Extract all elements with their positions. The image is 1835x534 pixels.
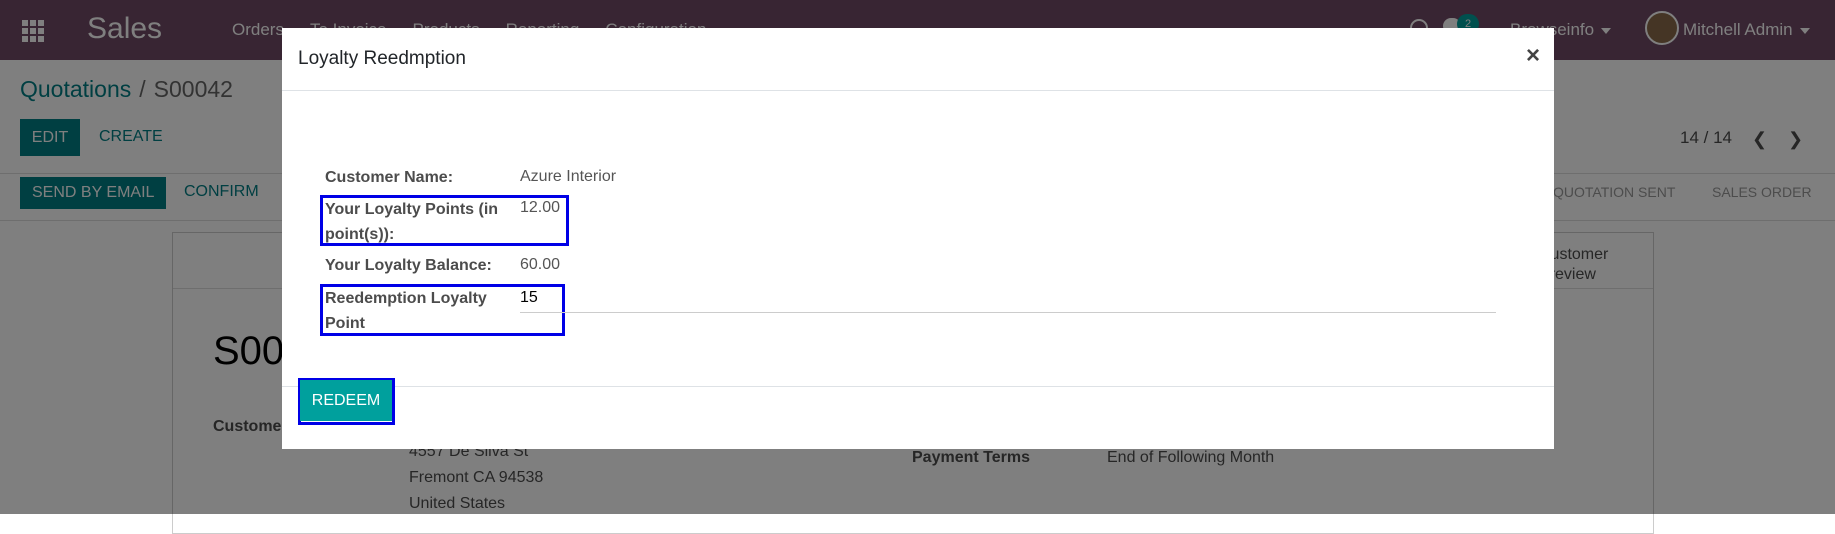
redeem-point-label: Reedemption Loyalty Point — [325, 286, 487, 336]
loyalty-points-label-line1: Your Loyalty Points (in — [325, 201, 499, 218]
close-icon[interactable]: × — [1526, 42, 1540, 70]
customer-name-label: Customer Name: — [325, 169, 454, 186]
loyalty-balance-label: Your Loyalty Balance: — [325, 257, 492, 274]
modal-body: Customer Name: Azure Interior Your Loyal… — [282, 91, 1554, 387]
redeem-point-label-line2: Point — [325, 315, 365, 332]
redeem-point-input[interactable] — [520, 284, 1496, 313]
customer-name-value: Azure Interior — [520, 168, 617, 185]
redeem-button[interactable]: REDEEM — [300, 380, 392, 421]
loyalty-points-label-line2: point(s)): — [325, 226, 395, 243]
modal-title: Loyalty Reedmption — [298, 48, 466, 69]
loyalty-points-label: Your Loyalty Points (in point(s)): — [325, 197, 498, 247]
redeem-point-label-line1: Reedemption Loyalty — [325, 290, 487, 307]
loyalty-balance-value: 60.00 — [520, 256, 561, 273]
loyalty-redemption-dialog: Loyalty Reedmption × Customer Name: Azur… — [282, 28, 1554, 449]
modal-header: Loyalty Reedmption × — [282, 28, 1554, 91]
loyalty-points-value: 12.00 — [520, 199, 561, 216]
